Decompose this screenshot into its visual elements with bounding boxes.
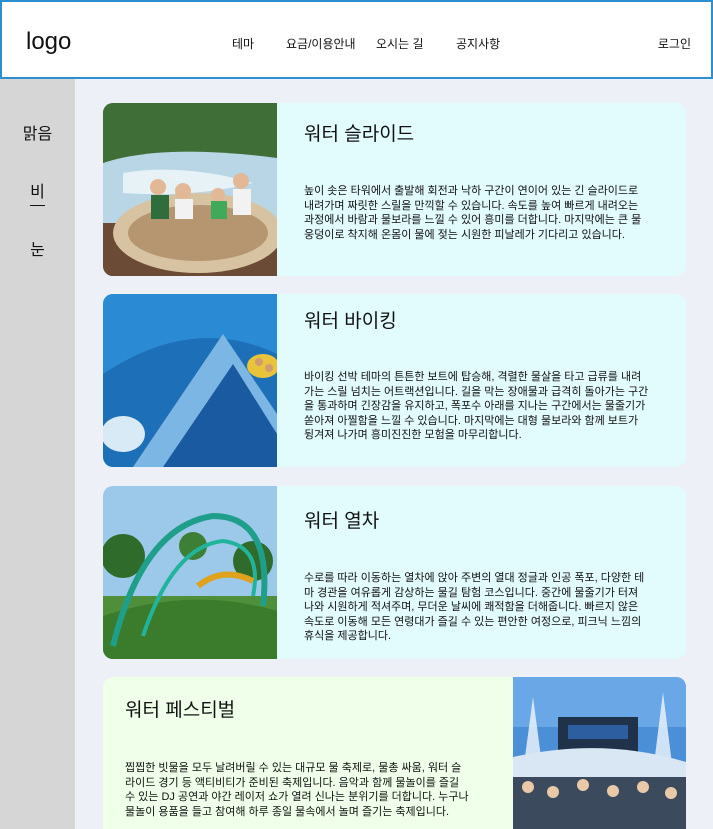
attraction-card[interactable]: 워터 바이킹 바이킹 선박 테마의 튼튼한 보트에 탑승해, 격렬한 물살을 타… <box>103 294 686 467</box>
water-viking-photo <box>103 294 277 467</box>
sidebar-item-rain[interactable]: 비 <box>0 178 75 206</box>
sidebar-item-sunny[interactable]: 맑음 <box>0 120 75 144</box>
nav-item-notices[interactable]: 공지사항 <box>456 35 500 52</box>
card-title: 워터 슬라이드 <box>304 124 415 145</box>
nav-item-pricing[interactable]: 요금/이용안내 <box>286 35 356 52</box>
logo[interactable]: logo <box>26 28 71 56</box>
card-description: 바이킹 선박 테마의 튼튼한 보트에 탑승해, 격렬한 물살을 타고 급류를 내… <box>304 371 649 441</box>
water-train-photo <box>103 486 277 659</box>
top-header: logo 테마 요금/이용안내 오시는 길 공지사항 로그인 <box>0 0 713 79</box>
weather-sidebar: 맑음 비 눈 <box>0 79 75 829</box>
attraction-card[interactable]: 워터 슬라이드 높이 솟은 타워에서 출발해 회전과 낙하 구간이 연이어 있는… <box>103 103 686 276</box>
nav-item-directions[interactable]: 오시는 길 <box>376 35 424 52</box>
login-link[interactable]: 로그인 <box>658 35 691 52</box>
water-slide-photo <box>103 103 277 276</box>
water-festival-photo <box>513 677 686 829</box>
card-description: 수로를 따라 이동하는 열차에 앉아 주변의 열대 정글과 인공 폭포, 다양한… <box>304 572 645 642</box>
card-title: 워터 열차 <box>304 511 380 532</box>
attraction-card[interactable]: 워터 페스티벌 찝찝한 빗물을 모두 날려버릴 수 있는 대규모 물 축제로, … <box>103 677 686 829</box>
sidebar-item-snow[interactable]: 눈 <box>0 236 75 260</box>
card-title: 워터 페스티벌 <box>125 700 236 721</box>
attraction-card[interactable]: 워터 열차 수로를 따라 이동하는 열차에 앉아 주변의 열대 정글과 인공 폭… <box>103 486 686 659</box>
card-description: 높이 솟은 타워에서 출발해 회전과 낙하 구간이 연이어 있는 긴 슬라이드로… <box>304 185 642 241</box>
card-description: 찝찝한 빗물을 모두 날려버릴 수 있는 대규모 물 축제로, 물총 싸움, 워… <box>125 762 469 818</box>
card-title: 워터 바이킹 <box>304 311 397 332</box>
nav-item-theme[interactable]: 테마 <box>232 35 254 52</box>
